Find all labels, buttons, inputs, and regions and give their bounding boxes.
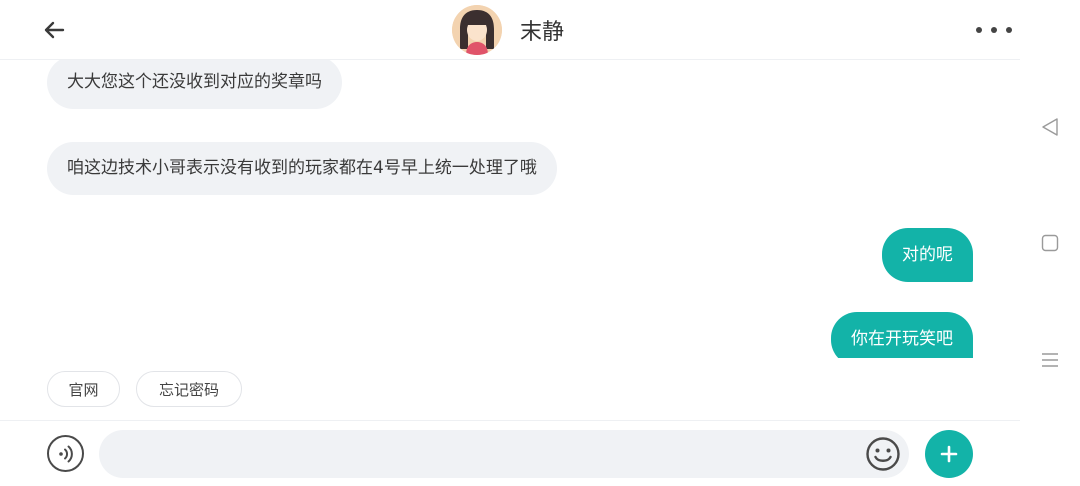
emoji-icon: [866, 437, 900, 471]
avatar-image: [452, 5, 502, 55]
add-attachment-button[interactable]: [925, 430, 973, 478]
nav-menu-icon[interactable]: [1040, 350, 1060, 370]
avatar[interactable]: [452, 5, 502, 55]
emoji-button[interactable]: [865, 436, 901, 472]
back-button[interactable]: [38, 14, 70, 46]
message-composer: [0, 420, 1020, 486]
message-bubble-incoming[interactable]: 咱这边技术小哥表示没有收到的玩家都在4号早上统一处理了哦: [47, 142, 557, 195]
quick-reply-official-site[interactable]: 官网: [47, 371, 120, 407]
voice-icon: [58, 445, 73, 462]
message-bubble-incoming[interactable]: 大大您这个还没收到对应的奖章吗: [47, 60, 342, 109]
arrow-left-icon: [44, 21, 65, 39]
chat-title-group: 末静: [452, 5, 564, 55]
message-input[interactable]: [99, 430, 909, 478]
message-bubble-outgoing[interactable]: 对的呢: [882, 228, 973, 282]
page-title: 末静: [520, 20, 565, 45]
message-bubble-outgoing[interactable]: 你在开玩笑吧: [831, 312, 973, 358]
more-button[interactable]: [976, 18, 1012, 42]
voice-button[interactable]: [47, 435, 84, 472]
more-dot: [991, 27, 997, 33]
more-horizontal-icon: [976, 27, 982, 33]
message-list[interactable]: 大大您这个还没收到对应的奖章吗 咱这边技术小哥表示没有收到的玩家都在4号早上统一…: [0, 60, 1020, 358]
more-dot: [1006, 27, 1012, 33]
nav-back-icon[interactable]: [1040, 117, 1060, 137]
nav-home-icon[interactable]: [1040, 233, 1060, 253]
plus-icon: [940, 445, 958, 463]
chat-header: 末静: [0, 0, 1020, 60]
quick-reply-forgot-password[interactable]: 忘记密码: [136, 371, 242, 407]
chat-app: 末静 大大您这个还没收到对应的奖章吗 咱这边技术小哥表示没有收到的玩家都在4号早…: [0, 0, 1020, 486]
